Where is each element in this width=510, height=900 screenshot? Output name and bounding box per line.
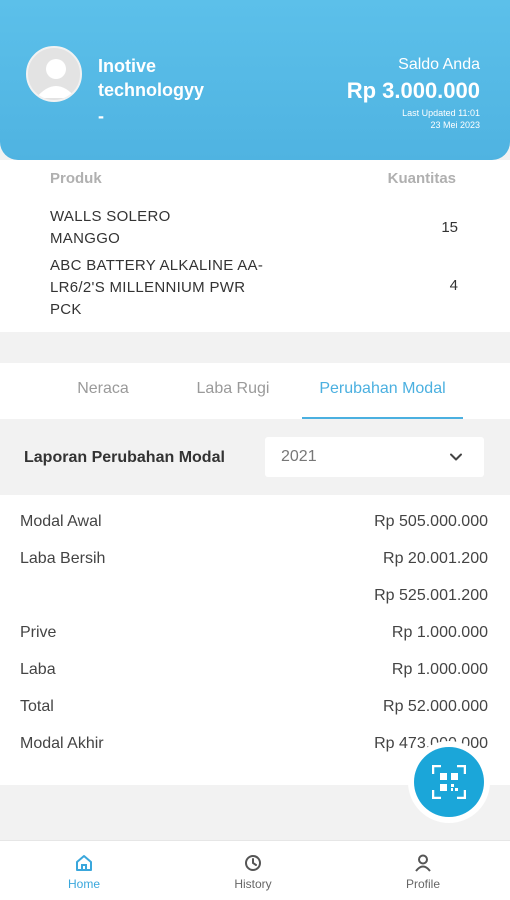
user-name: Inotive technologyy bbox=[98, 56, 205, 100]
nav-profile[interactable]: Profile bbox=[373, 849, 473, 891]
last-updated: Last Updated 11:01 23 Mei 2023 bbox=[402, 107, 480, 131]
ledger-value: Rp 1.000.000 bbox=[391, 661, 488, 678]
nav-home-label: Home bbox=[67, 877, 100, 891]
user-subtitle: - bbox=[98, 106, 104, 126]
report-tabs: Neraca Laba Rugi Perubahan Modal bbox=[0, 363, 510, 419]
person-icon bbox=[36, 59, 76, 98]
product-quantity: 15 bbox=[441, 219, 458, 236]
report-header: Laporan Perubahan Modal 2021 bbox=[0, 419, 510, 495]
nav-history-label: History bbox=[234, 877, 272, 891]
home-icon bbox=[76, 855, 92, 871]
tab-perubahan-modal[interactable]: Perubahan Modal bbox=[302, 363, 463, 419]
balance-value: Rp 3.000.000 bbox=[346, 78, 480, 103]
product-name: ABC BATTERY ALKALINE AA-LR6/2'S MILLENNI… bbox=[50, 257, 264, 318]
ledger-label: Total bbox=[20, 698, 54, 715]
last-updated-date: 23 Mei 2023 bbox=[430, 120, 480, 130]
column-header-product: Produk bbox=[50, 170, 102, 187]
profile-icon bbox=[415, 854, 431, 872]
ledger-label: Laba bbox=[20, 661, 56, 678]
product-list: Produk Kuantitas WALLS SOLERO MANGGO 15 … bbox=[0, 160, 510, 332]
ledger-value: Rp 473.000.000 bbox=[374, 735, 488, 752]
ledger-value: Rp 20.001.200 bbox=[383, 550, 488, 567]
column-header-quantity: Kuantitas bbox=[387, 170, 456, 187]
nav-history[interactable]: History bbox=[203, 849, 303, 891]
scan-qr-button[interactable] bbox=[414, 747, 484, 817]
nav-profile-label: Profile bbox=[405, 877, 440, 891]
product-name: WALLS SOLERO MANGGO bbox=[50, 208, 171, 247]
product-quantity: 4 bbox=[449, 277, 458, 294]
history-icon bbox=[245, 855, 261, 871]
nav-home[interactable]: Home bbox=[34, 849, 134, 891]
year-dropdown[interactable]: 2021 bbox=[265, 437, 484, 477]
ledger-label: Prive bbox=[20, 624, 57, 641]
ledger-label: Modal Akhir bbox=[20, 735, 104, 752]
report-title: Laporan Perubahan Modal bbox=[24, 449, 225, 466]
tab-laba-rugi[interactable]: Laba Rugi bbox=[180, 363, 286, 419]
ledger-label: Laba Bersih bbox=[20, 550, 106, 567]
ledger-value: Rp 52.000.000 bbox=[383, 698, 488, 715]
tab-neraca[interactable]: Neraca bbox=[52, 363, 154, 419]
ledger-label: Modal Awal bbox=[20, 513, 102, 530]
last-updated-time: Last Updated 11:01 bbox=[402, 108, 480, 118]
qr-scan-icon bbox=[432, 765, 466, 799]
ledger-value: Rp 1.000.000 bbox=[391, 624, 488, 641]
chevron-down-icon bbox=[450, 453, 462, 461]
ledger-table: Modal Awal Rp 505.000.000 Laba Bersih Rp… bbox=[0, 495, 510, 785]
balance-label: Saldo Anda bbox=[398, 56, 480, 73]
ledger-value: Rp 505.000.000 bbox=[374, 513, 488, 530]
header-banner: Inotive technologyy - Saldo Anda Rp 3.00… bbox=[0, 0, 510, 160]
bottom-navigation: Home History Profile bbox=[0, 840, 510, 900]
avatar[interactable] bbox=[26, 46, 82, 102]
year-value: 2021 bbox=[281, 448, 317, 465]
ledger-value: Rp 525.001.200 bbox=[374, 587, 488, 604]
